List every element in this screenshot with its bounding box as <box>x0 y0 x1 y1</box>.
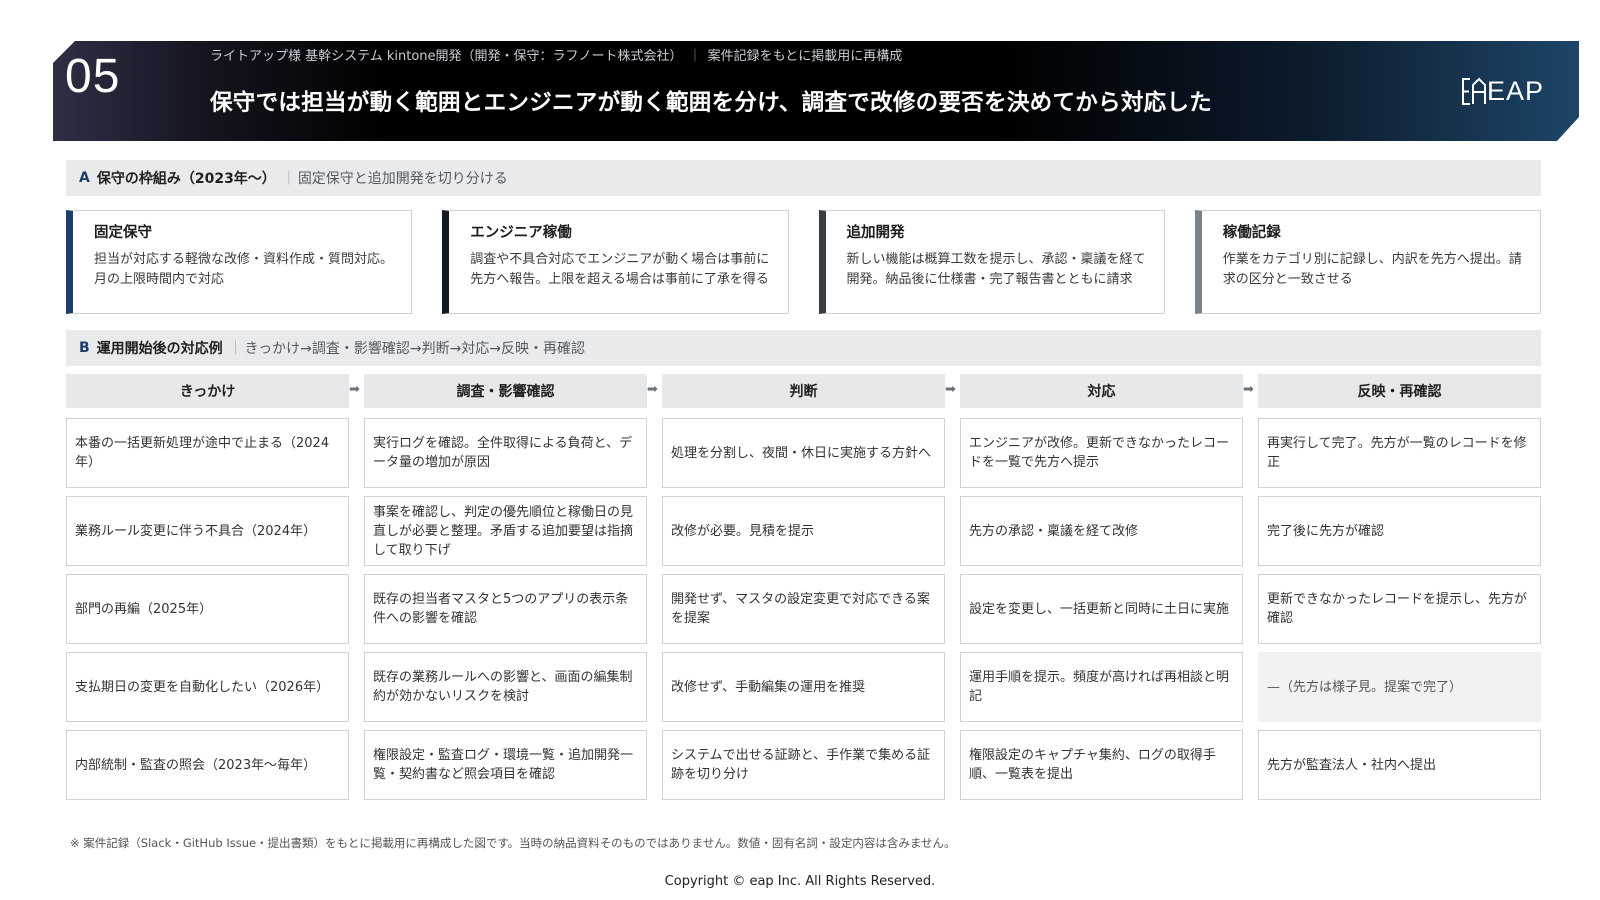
card-title: エンジニア稼働 <box>470 225 572 241</box>
eap-logo-mark-icon <box>1461 77 1487 107</box>
table-cell-muted: —（先方は様子見。提案で完了） <box>1258 652 1541 722</box>
table-cell: 更新できなかったレコードを提示し、先方が確認 <box>1258 574 1541 644</box>
table-cell: 改修が必要。見積を提示 <box>662 496 945 566</box>
subtitle-note: 案件記録をもとに掲載用に再構成 <box>707 49 903 64</box>
table-cell: 実行ログを確認。全件取得による負荷と、データ量の増加が原因 <box>364 418 647 488</box>
column-header-trigger: きっかけ <box>66 374 349 408</box>
section-a-title: 保守の枠組み（2023年〜） <box>96 171 276 187</box>
project-name: ライトアップ様 基幹システム kintone開発（開発・保守：ラフノート株式会社… <box>210 49 683 64</box>
section-b-bar: B 運用開始後の対応例 きっかけ→調査・影響確認→判断→対応→反映・再確認 <box>66 330 1541 366</box>
table-cell: 権限設定・監査ログ・環境一覧・追加開発一覧・契約書など照会項目を確認 <box>364 730 647 800</box>
card-title: 稼働記録 <box>1222 225 1281 241</box>
logo-text: EAP <box>1487 76 1545 106</box>
section-b-desc: きっかけ→調査・影響確認→判断→対応→反映・再確認 <box>229 338 585 358</box>
table-cell: 開発せず、マスタの設定変更で対応できる案を提案 <box>662 574 945 644</box>
arrow-right-icon: ➡ <box>945 382 956 397</box>
page-title: 保守では担当が動く範囲とエンジニアが動く範囲を分け、調査で改修の要否を決めてから… <box>210 90 1213 116</box>
card-body: 担当が対応する軽微な改修・資料作成・質問対応。月の上限時間内で対応 <box>94 252 394 287</box>
table-cell: 業務ルール変更に伴う不具合（2024年） <box>66 496 349 566</box>
column-header-investigation: 調査・影響確認 <box>364 374 647 408</box>
table-cell: 本番の一括更新処理が途中で止まる（2024年） <box>66 418 349 488</box>
card-engineer-work: エンジニア稼働 調査や不具合対応でエンジニアが動く場合は事前に先方へ報告。上限を… <box>442 210 789 314</box>
header-subtitle: ライトアップ様 基幹システム kintone開発（開発・保守：ラフノート株式会社… <box>210 49 903 64</box>
section-a-desc: 固定保守と追加開発を切り分ける <box>282 168 508 188</box>
table-cell: 支払期日の変更を自動化したい（2026年） <box>66 652 349 722</box>
table-cell: 完了後に先方が確認 <box>1258 496 1541 566</box>
table-cell: エンジニアが改修。更新できなかったレコードを一覧で先方へ提示 <box>960 418 1243 488</box>
card-fixed-maintenance: 固定保守 担当が対応する軽微な改修・資料作成・質問対応。月の上限時間内で対応 <box>66 210 413 314</box>
table-cell: 内部統制・監査の照会（2023年〜毎年） <box>66 730 349 800</box>
card-body: 調査や不具合対応でエンジニアが動く場合は事前に先方へ報告。上限を超える場合は事前… <box>470 252 770 287</box>
card-title: 固定保守 <box>94 225 152 241</box>
section-b-title: 運用開始後の対応例 <box>96 341 223 357</box>
arrow-right-icon: ➡ <box>647 382 658 397</box>
table-cell: システムで出せる証跡と、手作業で集める証跡を切り分け <box>662 730 945 800</box>
table-cell: 改修せず、手動編集の運用を推奨 <box>662 652 945 722</box>
column-header-action: 対応 <box>960 374 1243 408</box>
table-cell: 処理を分割し、夜間・休日に実施する方針へ <box>662 418 945 488</box>
section-a-bar: A 保守の枠組み（2023年〜） 固定保守と追加開発を切り分ける <box>66 160 1541 196</box>
table-cell: 事案を確認し、判定の優先順位と稼働日の見直しが必要と整理。矛盾する追加要望は指摘… <box>364 496 647 566</box>
table-cell: 再実行して完了。先方が一覧のレコードを修正 <box>1258 418 1541 488</box>
column-header-reflection: 反映・再確認 <box>1258 374 1541 408</box>
eap-logo: EAP <box>1461 77 1549 107</box>
table-cell: 既存の担当者マスタと5つのアプリの表示条件への影響を確認 <box>364 574 647 644</box>
card-title: 追加開発 <box>846 225 905 241</box>
table-cell: 権限設定のキャプチャ集約、ログの取得手順、一覧表を提出 <box>960 730 1243 800</box>
footnote: ※ 案件記録（Slack・GitHub Issue・提出書類）をもとに掲載用に再… <box>70 836 956 850</box>
card-body: 作業をカテゴリ別に記録し、内訳を先方へ提出。請求の区分と一致させる <box>1222 252 1522 287</box>
table-cell: 先方が監査法人・社内へ提出 <box>1258 730 1541 800</box>
slide-number: 05 <box>65 50 121 103</box>
header-band: 05 ライトアップ様 基幹システム kintone開発（開発・保守：ラフノート株… <box>53 41 1579 141</box>
section-a-letter: A <box>79 170 90 186</box>
section-b-letter: B <box>79 340 90 356</box>
column-header-decision: 判断 <box>662 374 945 408</box>
table-cell: 先方の承認・稟議を経て改修 <box>960 496 1243 566</box>
card-additional-dev: 追加開発 新しい機能は概算工数を提示し、承認・稟議を経て開発。納品後に仕様書・完… <box>818 210 1165 314</box>
table-cell: 部門の再編（2025年） <box>66 574 349 644</box>
table-cell: 設定を変更し、一括更新と同時に土日に実施 <box>960 574 1243 644</box>
card-body: 新しい機能は概算工数を提示し、承認・稟議を経て開発。納品後に仕様書・完了報告書と… <box>846 252 1146 287</box>
copyright: Copyright © eap Inc. All Rights Reserved… <box>664 874 936 889</box>
flow-header-row: きっかけ ➡ 調査・影響確認 ➡ 判断 ➡ 対応 ➡ 反映・再確認 <box>66 374 1541 408</box>
table-cell: 既存の業務ルールへの影響と、画面の編集制約が効かないリスクを検討 <box>364 652 647 722</box>
arrow-right-icon: ➡ <box>349 382 360 397</box>
table-cell: 運用手順を提示。頻度が高ければ再相談と明記 <box>960 652 1243 722</box>
card-work-record: 稼働記録 作業をカテゴリ別に記録し、内訳を先方へ提出。請求の区分と一致させる <box>1194 210 1541 314</box>
framework-cards: 固定保守 担当が対応する軽微な改修・資料作成・質問対応。月の上限時間内で対応 エ… <box>66 210 1541 314</box>
arrow-right-icon: ➡ <box>1243 382 1254 397</box>
